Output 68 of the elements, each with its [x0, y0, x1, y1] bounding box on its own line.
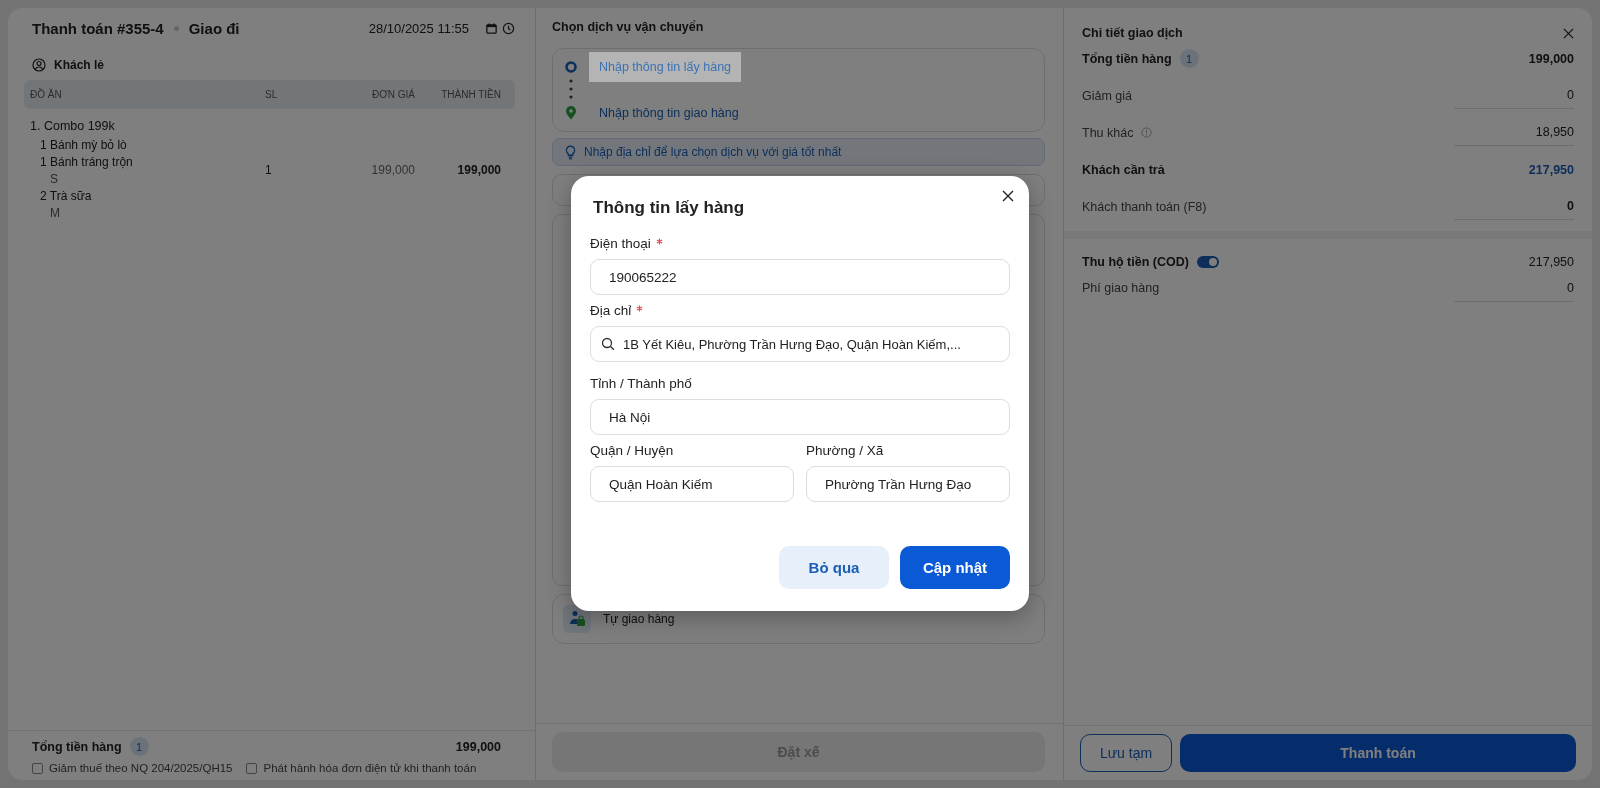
- summary-value: 217,950: [1527, 162, 1574, 177]
- order-datetime: 28/10/2025 11:55: [368, 20, 469, 36]
- cod-toggle[interactable]: [1196, 256, 1219, 268]
- column-header: ĐỒ ĂN: [30, 89, 63, 100]
- summary-label: Giảm giá: [1082, 88, 1133, 103]
- order-title: Thanh toán #355-4: [32, 19, 164, 37]
- checkbox-label: Giảm thuế theo NQ 204/2025/QH15: [49, 762, 233, 774]
- clock-icon[interactable]: [502, 21, 515, 35]
- checkbox[interactable]: [246, 762, 258, 774]
- cod-label: Thu hộ tiền (COD): [1082, 255, 1189, 269]
- summary-value: 0: [1454, 88, 1574, 109]
- item-component: 1 Bánh tráng trộn: [39, 154, 134, 171]
- order-mode: Giao đi: [188, 19, 240, 37]
- field-label: Quận / Huyện: [590, 443, 674, 458]
- panel-title: Chi tiết giao dịch: [1082, 26, 1183, 40]
- table-cell-text: 1: [265, 162, 273, 177]
- table-cell-text: 199,000: [456, 162, 501, 177]
- column-header: ĐƠN GIÁ: [370, 89, 415, 100]
- panel-title: Chọn dịch vụ vận chuyển: [552, 20, 705, 34]
- calendar-icon[interactable]: [485, 21, 498, 35]
- subtotal-value: 199,000: [455, 739, 501, 754]
- checkbox[interactable]: [32, 762, 43, 774]
- summary-value: 199,000: [1527, 51, 1574, 66]
- user-icon: [32, 58, 46, 72]
- summary-value: 18,950: [1454, 125, 1574, 146]
- column-header: SL: [265, 89, 279, 100]
- fee-label: Phí giao hàng: [1082, 281, 1160, 295]
- cod-value: 217,950: [1527, 255, 1574, 269]
- dialog-button[interactable]: Bỏ qua: [779, 546, 889, 589]
- field-label: Điện thoại: [590, 236, 651, 251]
- summary-label: Khách thanh toán (F8): [1082, 199, 1207, 214]
- column-header: THÀNH TIỀN: [440, 89, 501, 100]
- summary-label: Thu khác: [1082, 125, 1134, 140]
- delivery-link[interactable]: Nhập thông tin giao hàng: [589, 102, 749, 124]
- input-field[interactable]: Phường Trần Hưng Đạo: [806, 466, 1010, 502]
- item-option: S: [30, 171, 265, 188]
- count-badge: 1: [129, 737, 149, 756]
- item-component: 2 Trà sữa: [39, 188, 93, 205]
- input-field[interactable]: Quận Hoàn Kiếm: [590, 466, 794, 502]
- location-pin-icon: [565, 106, 577, 120]
- checkbox-label: Phát hành hóa đơn điện tử khi thanh toán: [263, 762, 477, 774]
- fee-value: 0: [1454, 280, 1574, 302]
- summary-label: Tổng tiền hàng: [1082, 51, 1172, 66]
- lightbulb-icon: [565, 144, 576, 160]
- action-button[interactable]: Lưu tạm: [1080, 734, 1172, 772]
- summary-value: 0: [1454, 199, 1574, 220]
- field-label: Địa chỉ: [590, 303, 632, 318]
- input-field[interactable]: 190065222: [590, 259, 1010, 295]
- count-badge: 1: [1179, 49, 1199, 68]
- search-icon: [601, 337, 615, 351]
- item-name: 1. Combo 199k: [30, 119, 116, 133]
- field-label: Phường / Xã: [806, 443, 884, 458]
- subtotal-label: Tổng tiền hàng: [32, 739, 122, 754]
- customer-name[interactable]: Khách lẻ: [54, 58, 104, 72]
- dialog-button[interactable]: Cập nhật: [900, 546, 1010, 589]
- summary-label: Khách cần trả: [1082, 162, 1165, 177]
- item-component: 1 Bánh mỳ bỏ lò: [39, 137, 128, 154]
- input-field[interactable]: Hà Nội: [590, 399, 1010, 435]
- table-cell-text: 199,000: [370, 162, 415, 177]
- tip-text: Nhập địa chỉ để lựa chọn dịch vụ với giá tốt nhất: [584, 145, 842, 159]
- item-option: M: [30, 205, 265, 222]
- action-button[interactable]: Thanh toán: [1180, 734, 1576, 772]
- close-icon[interactable]: [1002, 190, 1014, 202]
- delivery-person-icon: [568, 610, 586, 628]
- dialog-title: Thông tin lấy hàng: [593, 198, 746, 218]
- field-label: Tỉnh / Thành phố: [590, 376, 692, 391]
- origin-icon: [565, 61, 577, 73]
- input-field[interactable]: 1B Yết Kiêu, Phường Trần Hưng Đạo, Quận Hoàn Kiếm,...: [590, 326, 1010, 362]
